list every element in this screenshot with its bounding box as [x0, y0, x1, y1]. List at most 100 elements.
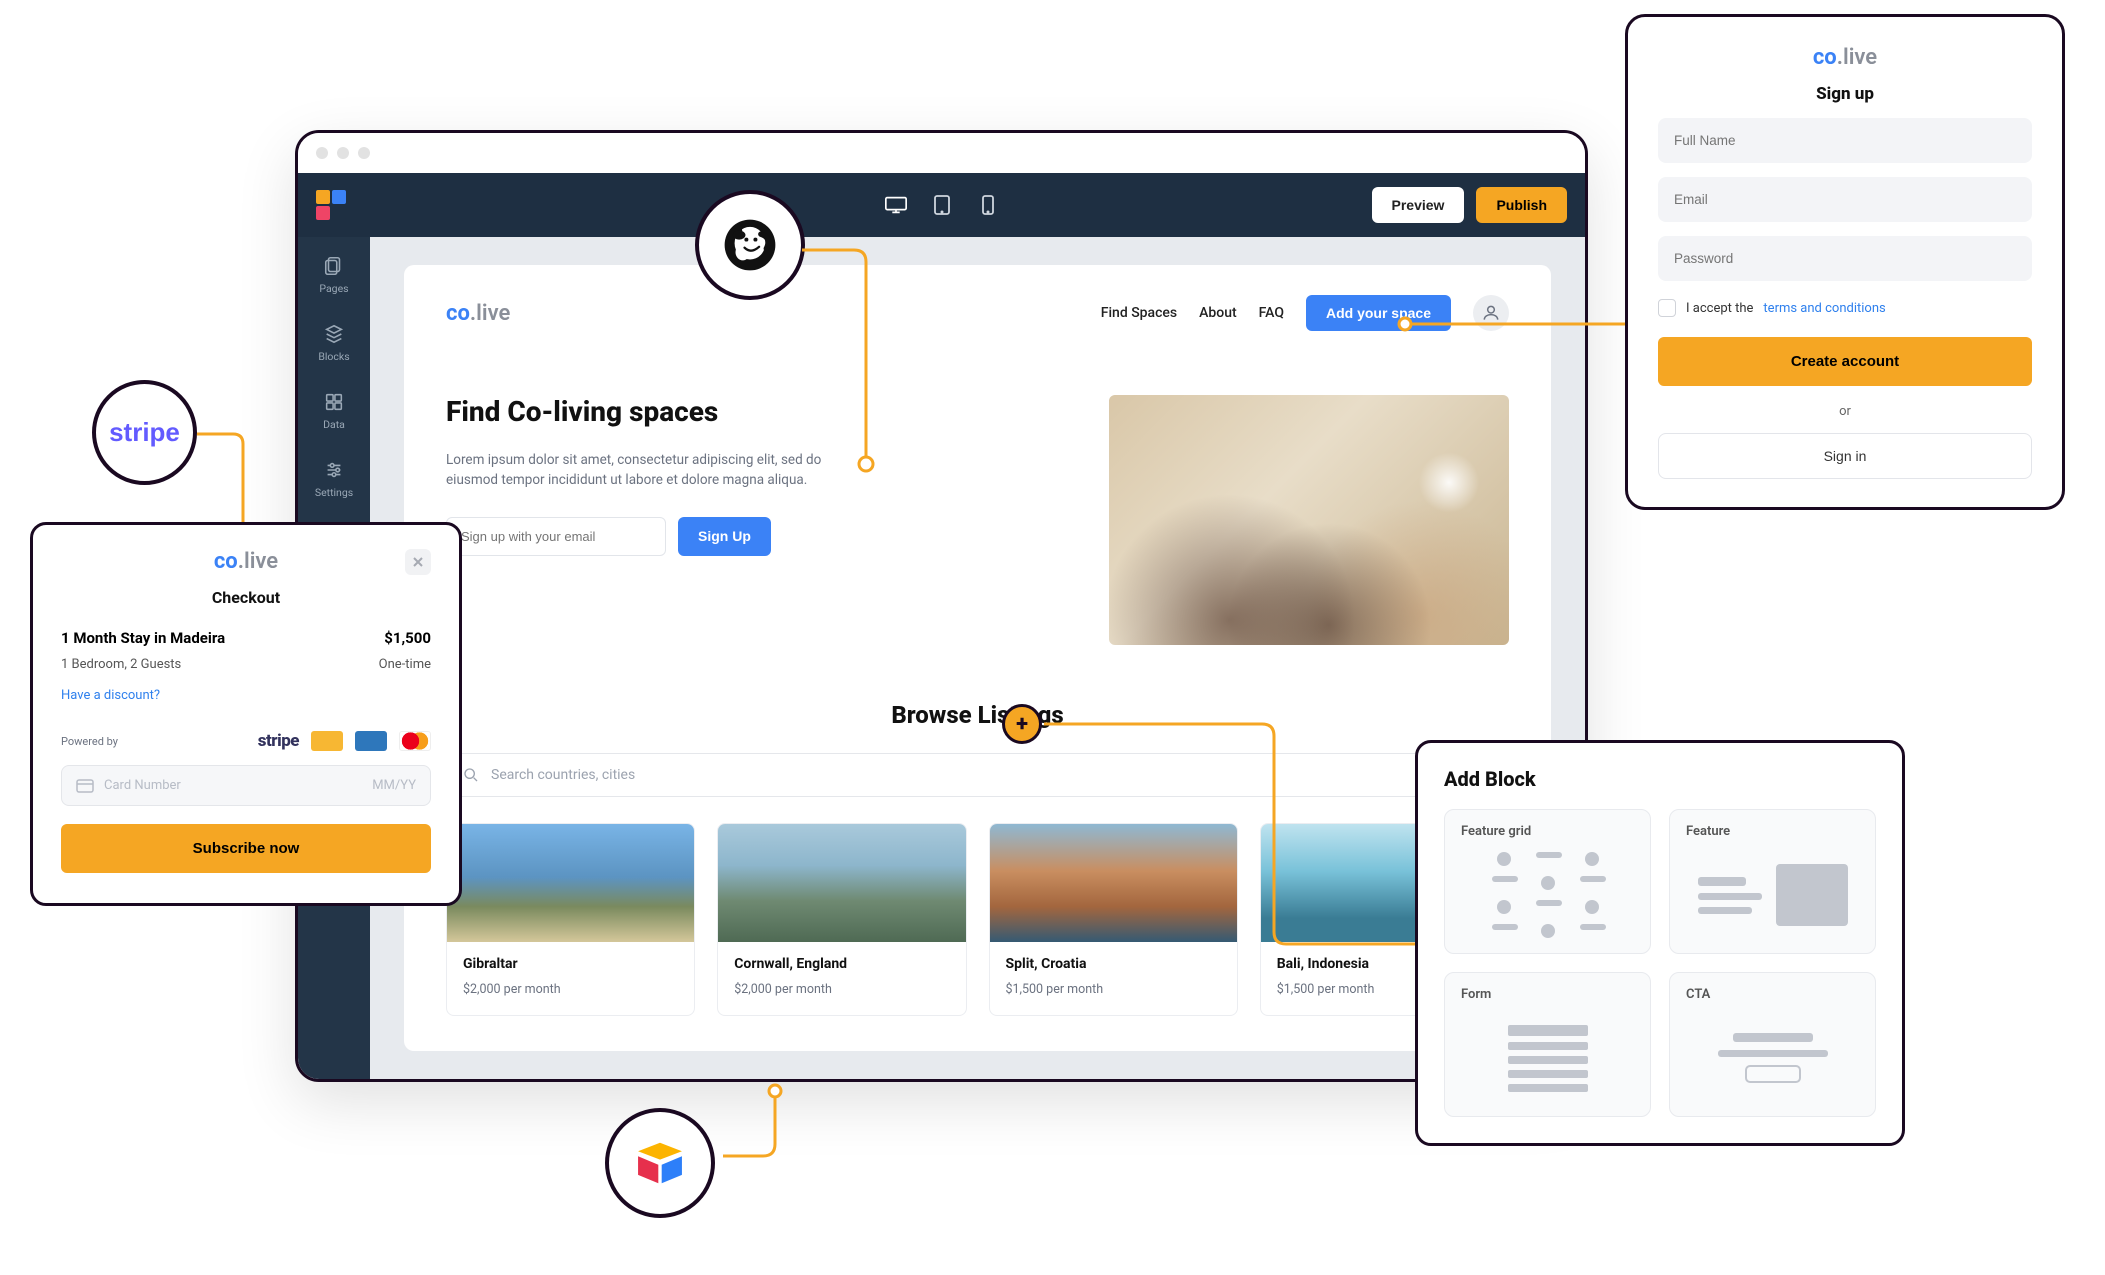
publish-button[interactable]: Publish — [1476, 187, 1567, 223]
add-block-title: Add Block — [1444, 767, 1876, 791]
listings-search-placeholder: Search countries, cities — [491, 767, 635, 783]
logo-co: co — [214, 549, 238, 574]
logo-live: .live — [1837, 45, 1877, 70]
builder-logo — [316, 190, 346, 220]
block-option-feature[interactable]: Feature — [1669, 809, 1876, 954]
sidenav-blocks-label: Blocks — [318, 350, 349, 363]
sidenav-settings[interactable]: Settings — [311, 455, 357, 503]
sign-in-button[interactable]: Sign in — [1658, 433, 2032, 479]
hero-image — [1109, 395, 1509, 645]
logo-co: co — [446, 301, 470, 326]
browse-title: Browse Listings — [446, 701, 1509, 729]
discount-link[interactable]: Have a discount? — [61, 688, 431, 703]
listings-search[interactable]: Search countries, cities — [446, 753, 1509, 797]
hero-title: Find Co-living spaces — [446, 395, 1049, 428]
builder-window: Preview Publish Pages Blocks Data — [295, 130, 1588, 1082]
create-account-button[interactable]: Create account — [1658, 337, 2032, 386]
logo-live: .live — [470, 301, 510, 326]
stripe-wordmark: stripe — [258, 731, 299, 751]
listing-price: $2,000 per month — [463, 982, 678, 997]
site-preview: co.live Find Spaces About FAQ Add your s… — [404, 265, 1551, 1051]
email-input[interactable] — [1658, 177, 2032, 222]
hero-email-input[interactable] — [446, 517, 666, 556]
terms-text: I accept the — [1686, 301, 1753, 316]
powered-by-row: Powered by stripe — [61, 731, 431, 751]
powered-by-label: Powered by — [61, 735, 118, 748]
listing-price: $2,000 per month — [734, 982, 949, 997]
site-header: co.live Find Spaces About FAQ Add your s… — [446, 295, 1509, 331]
sidenav-data[interactable]: Data — [319, 387, 349, 435]
airtable-integration-icon — [605, 1108, 715, 1218]
device-mobile-icon[interactable] — [976, 195, 1000, 215]
hero-signup-button[interactable]: Sign Up — [678, 517, 771, 556]
terms-row: I accept the terms and conditions — [1658, 299, 2032, 317]
checkout-card: co.live Checkout 1 Month Stay in Madeira… — [30, 522, 462, 906]
terms-link[interactable]: terms and conditions — [1763, 301, 1885, 316]
password-input[interactable] — [1658, 236, 2032, 281]
block-option-label: Feature — [1686, 824, 1859, 839]
block-option-form[interactable]: Form — [1444, 972, 1651, 1117]
visa-icon — [311, 731, 343, 751]
builder-topbar: Preview Publish — [298, 173, 1585, 237]
nav-about[interactable]: About — [1199, 305, 1237, 321]
device-switcher — [884, 195, 1000, 215]
hero-section: Find Co-living spaces Lorem ipsum dolor … — [446, 395, 1509, 645]
logo-co: co — [1813, 45, 1837, 70]
sidenav-pages-label: Pages — [319, 282, 348, 295]
device-tablet-icon[interactable] — [930, 195, 954, 215]
checkout-price: $1,500 — [384, 629, 431, 647]
builder-canvas: co.live Find Spaces About FAQ Add your s… — [370, 237, 1585, 1079]
window-traffic-lights — [298, 133, 1585, 173]
sidenav-pages[interactable]: Pages — [315, 251, 352, 299]
fullname-input[interactable] — [1658, 118, 2032, 163]
checkout-frequency: One-time — [379, 657, 431, 672]
checkout-close-button[interactable] — [405, 549, 431, 575]
block-option-label: Form — [1461, 987, 1634, 1002]
block-option-cta[interactable]: CTA — [1669, 972, 1876, 1117]
or-divider: or — [1658, 404, 2032, 419]
listing-title: Gibraltar — [463, 956, 678, 972]
listings-grid: Gibraltar $2,000 per month Cornwall, Eng… — [446, 823, 1509, 1016]
add-block-trigger[interactable]: + — [1002, 704, 1042, 744]
add-block-panel: Add Block Feature grid Feature Form CTA — [1415, 740, 1905, 1146]
block-option-label: CTA — [1686, 987, 1859, 1002]
checkout-item: 1 Month Stay in Madeira — [61, 629, 225, 647]
sidenav-blocks[interactable]: Blocks — [314, 319, 353, 367]
mailchimp-integration-icon — [695, 190, 805, 300]
sidenav-data-label: Data — [323, 418, 345, 431]
terms-checkbox[interactable] — [1658, 299, 1676, 317]
subscribe-button[interactable]: Subscribe now — [61, 824, 431, 873]
site-nav: Find Spaces About FAQ Add your space — [1101, 295, 1509, 331]
nav-find-spaces[interactable]: Find Spaces — [1101, 305, 1177, 321]
mailchimp-icon — [721, 216, 779, 274]
signup-card: co.live Sign up I accept the terms and c… — [1625, 14, 2065, 510]
browse-section: Browse Listings Search countries, cities… — [446, 701, 1509, 1016]
sidenav-settings-label: Settings — [315, 486, 353, 499]
mastercard-icon — [399, 731, 431, 751]
logo-live: .live — [238, 549, 278, 574]
nav-faq[interactable]: FAQ — [1259, 305, 1284, 321]
amex-icon — [355, 731, 387, 751]
add-your-space-button[interactable]: Add your space — [1306, 295, 1451, 331]
preview-button[interactable]: Preview — [1372, 187, 1465, 223]
card-number-input[interactable]: Card Number MM/YY — [61, 765, 431, 806]
listing-card[interactable]: Gibraltar $2,000 per month — [446, 823, 695, 1016]
listing-thumb — [990, 824, 1237, 942]
listing-title: Split, Croatia — [1006, 956, 1221, 972]
stripe-wordmark: stripe — [109, 417, 180, 448]
listing-card[interactable]: Cornwall, England $2,000 per month — [717, 823, 966, 1016]
device-desktop-icon[interactable] — [884, 195, 908, 215]
signup-logo: co.live — [1658, 45, 2032, 70]
block-option-feature-grid[interactable]: Feature grid — [1444, 809, 1651, 954]
listing-card[interactable]: Split, Croatia $1,500 per month — [989, 823, 1238, 1016]
checkout-logo: co.live — [214, 549, 278, 574]
signup-title: Sign up — [1658, 84, 2032, 104]
listing-price: $1,500 per month — [1006, 982, 1221, 997]
profile-avatar[interactable] — [1473, 295, 1509, 331]
card-placeholder: Card Number — [104, 778, 181, 793]
checkout-title: Checkout — [61, 588, 431, 607]
checkout-detail: 1 Bedroom, 2 Guests — [61, 657, 181, 672]
stripe-integration-icon: stripe — [92, 380, 197, 485]
listing-thumb — [447, 824, 694, 942]
site-logo: co.live — [446, 301, 510, 326]
